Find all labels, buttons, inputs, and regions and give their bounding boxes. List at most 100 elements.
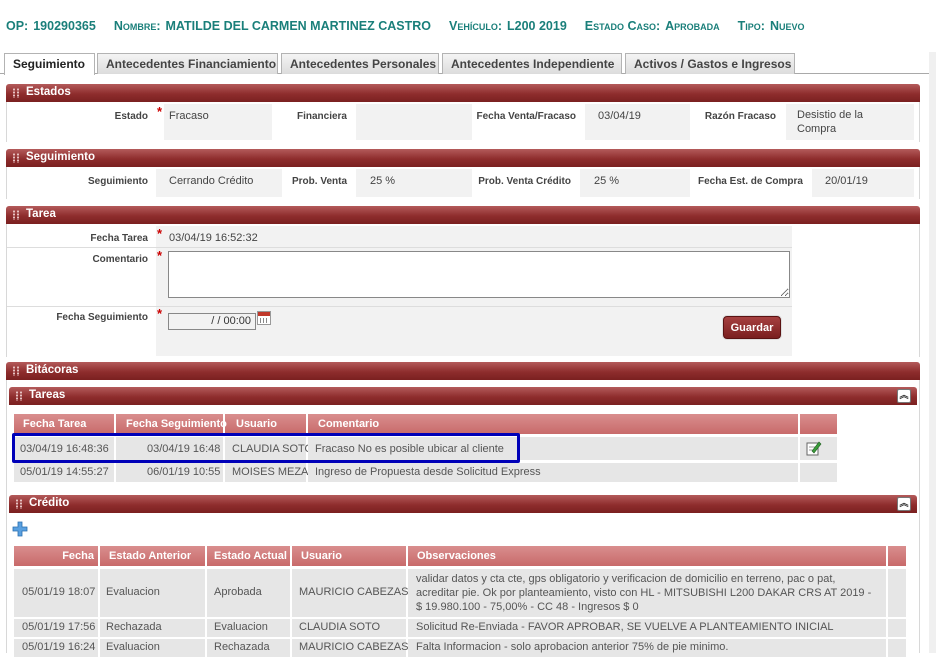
col-usuario[interactable]: Usuario [292, 546, 408, 566]
estado-caso-item: Estado Caso: Aprobada [585, 19, 720, 37]
prob-venta-value: 25 % [370, 175, 396, 187]
fecha-tarea-value: 03/04/19 16:52:32 [169, 232, 258, 244]
cell-fecha: 05/01/19 18:07 [14, 569, 100, 617]
grip-icon [15, 391, 23, 401]
col-actions [800, 414, 837, 434]
cell-usuario: MOISES MEZA [225, 463, 308, 482]
fecha-est-label: Fecha Est. de Compra [697, 176, 803, 187]
seguimiento-label: Seguimiento [87, 176, 148, 187]
fecha-venta-value: 03/04/19 [598, 110, 641, 122]
fecha-seguimiento-input[interactable]: / / 00:00 [168, 313, 256, 330]
tab-antecedentes-personales[interactable]: Antecedentes Personales [281, 53, 439, 74]
edit-icon[interactable] [806, 440, 822, 456]
table-row[interactable]: 03/04/19 16:48:36 03/04/19 16:48 CLAUDIA… [14, 437, 837, 460]
op-item: OP: 190290365 [6, 19, 96, 37]
credito-title: Crédito [29, 497, 70, 509]
col-comentario[interactable]: Comentario [308, 414, 800, 434]
bitacoras-header[interactable]: Bitácoras [6, 362, 920, 380]
seguimiento-title: Seguimiento [26, 151, 96, 163]
cell-fecha-seguimiento: 03/04/19 16:48 [116, 437, 225, 460]
col-estado-anterior[interactable]: Estado Anterior [100, 546, 207, 566]
tipo-item: Tipo: Nuevo [738, 19, 805, 37]
calendar-icon[interactable] [257, 311, 271, 325]
grip-icon [12, 366, 20, 376]
col-usuario[interactable]: Usuario [225, 414, 308, 434]
col-scroll [888, 546, 906, 566]
tab-activos-gastos[interactable]: Activos / Gastos e Ingresos [625, 53, 795, 74]
col-fecha[interactable]: Fecha [14, 546, 100, 566]
collapse-icon[interactable]: ︽ [897, 497, 911, 511]
cell-estado-actual: Rechazada [207, 639, 292, 657]
nombre-item: Nombre: MATILDE DEL CARMEN MARTINEZ CAST… [114, 19, 431, 37]
cell-fecha-tarea: 05/01/19 14:55:27 [14, 463, 116, 482]
table-row[interactable]: 05/01/19 17:56 Rechazada Evaluacion CLAU… [14, 619, 906, 637]
comentario-textarea[interactable] [168, 251, 790, 298]
collapse-icon[interactable]: ︽ [897, 389, 911, 403]
prob-venta-credito-label: Prob. Venta Crédito [478, 176, 571, 187]
razon-label: Razón Fracaso [704, 111, 776, 122]
tareas-header[interactable]: Tareas ︽ [9, 387, 917, 405]
table-row[interactable]: 05/01/19 14:55:27 06/01/19 10:55 MOISES … [14, 463, 837, 482]
cell-fecha: 05/01/19 16:24 [14, 639, 100, 657]
estados-header[interactable]: Estados [6, 84, 920, 102]
cell-usuario: MAURICIO CABEZAS [292, 639, 408, 657]
tarea-header[interactable]: Tarea [6, 206, 920, 224]
col-fecha-seguimiento[interactable]: Fecha Seguimiento [116, 414, 227, 434]
tab-antecedentes-independiente[interactable]: Antecedentes Independiente [442, 53, 622, 74]
col-estado-actual[interactable]: Estado Actual [207, 546, 292, 566]
credito-grid-header: Fecha Estado Anterior Estado Actual Usua… [14, 546, 906, 566]
prob-venta-label: Prob. Venta [291, 176, 347, 187]
cell-estado-actual: Aprobada [207, 569, 292, 617]
cell-usuario: CLAUDIA SOTO [292, 619, 408, 637]
cell-scroll [888, 639, 906, 657]
cell-estado-anterior: Evaluacion [100, 639, 207, 657]
tab-antecedentes-financiamiento[interactable]: Antecedentes Financiamiento [97, 53, 278, 74]
cell-usuario: MAURICIO CABEZAS [292, 569, 408, 617]
guardar-button[interactable]: Guardar [723, 316, 781, 339]
comentario-label: Comentario [92, 254, 148, 265]
cell-estado-actual: Evaluacion [207, 619, 292, 637]
cell-estado-anterior: Evaluacion [100, 569, 207, 617]
cell-observaciones: validar datos y cta cte, gps obligatorio… [408, 569, 888, 617]
estado-caso-label: Estado Caso: [584, 19, 661, 33]
add-icon[interactable] [12, 521, 28, 537]
tab-bar: Seguimiento Antecedentes Financiamiento … [0, 51, 936, 75]
nombre-value: MATILDE DEL CARMEN MARTINEZ CASTRO [165, 19, 432, 33]
cell-observaciones: Solicitud Re-Enviada - FAVOR APROBAR, SE… [408, 619, 888, 637]
tab-seguimiento[interactable]: Seguimiento [4, 53, 95, 75]
cell-scroll [888, 569, 906, 617]
grip-icon [12, 210, 20, 220]
tipo-label: Tipo: [737, 19, 765, 33]
cell-fecha-tarea: 03/04/19 16:48:36 [14, 437, 116, 460]
razon-value: Desistio de la Compra [797, 109, 864, 135]
col-fecha-tarea[interactable]: Fecha Tarea [14, 414, 116, 434]
fecha-seguimiento-label: Fecha Seguimiento [56, 312, 148, 323]
op-label: OP: [6, 19, 29, 33]
table-row[interactable]: 05/01/19 18:07 Evaluacion Aprobada MAURI… [14, 569, 906, 617]
prob-venta-credito-value: 25 % [594, 175, 620, 187]
case-header: OP: 190290365 Nombre: MATILDE DEL CARMEN… [6, 19, 805, 37]
col-observaciones[interactable]: Observaciones [408, 546, 888, 566]
divider [7, 247, 792, 248]
financiera-cell [356, 104, 472, 140]
estado-value: Fracaso [169, 110, 209, 122]
estado-label: Estado [114, 111, 148, 122]
tareas-grid-header: Fecha Tarea Fecha Seguimiento Usuario Co… [14, 414, 837, 434]
divider [7, 306, 792, 307]
nombre-label: Nombre: [113, 19, 161, 33]
cell-fecha: 05/01/19 17:56 [14, 619, 100, 637]
required-mark: * [157, 306, 163, 321]
required-mark: * [157, 248, 163, 263]
cell-observaciones: Falta Informacion - solo aprobacion ante… [408, 639, 888, 657]
credito-header[interactable]: Crédito ︽ [9, 495, 917, 513]
cell-usuario: CLAUDIA SOTO [225, 437, 313, 460]
cell-comentario: Ingreso de Propuesta desde Solicitud Exp… [308, 463, 800, 482]
page-scrollbar[interactable] [929, 52, 936, 653]
seguimiento-header[interactable]: Seguimiento [6, 149, 920, 167]
fecha-venta-label: Fecha Venta/Fracaso [476, 111, 577, 122]
cell-scroll [888, 619, 906, 637]
estado-caso-value: Aprobada [665, 19, 720, 33]
cell-actions [800, 463, 837, 482]
fecha-est-value: 20/01/19 [825, 175, 868, 187]
table-row[interactable]: 05/01/19 16:24 Evaluacion Rechazada MAUR… [14, 639, 906, 657]
